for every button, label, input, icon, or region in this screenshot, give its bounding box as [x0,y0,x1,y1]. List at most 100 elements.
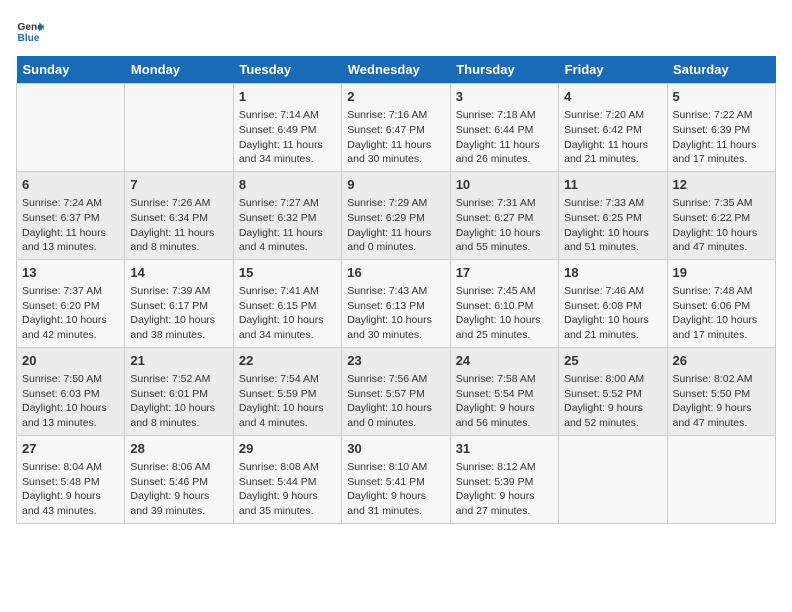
day-number: 14 [130,264,227,282]
day-number: 4 [564,88,661,106]
day-info: Sunrise: 7:43 AM Sunset: 6:13 PM Dayligh… [347,284,444,343]
calendar-body: 1 Sunrise: 7:14 AM Sunset: 6:49 PM Daylig… [17,84,776,524]
day-number: 24 [456,352,553,370]
calendar-week-1: 1 Sunrise: 7:14 AM Sunset: 6:49 PM Daylig… [17,84,776,172]
day-info: Sunrise: 7:16 AM Sunset: 6:47 PM Dayligh… [347,108,444,167]
day-header-tuesday: Tuesday [233,56,341,84]
day-info: Sunrise: 7:14 AM Sunset: 6:49 PM Dayligh… [239,108,336,167]
calendar-cell: 3 Sunrise: 7:18 AM Sunset: 6:44 PM Daylig… [450,84,558,172]
day-info: Sunrise: 7:33 AM Sunset: 6:25 PM Dayligh… [564,196,661,255]
calendar-cell: 15 Sunrise: 7:41 AM Sunset: 6:15 PM Dayli… [233,259,341,347]
day-number: 6 [22,176,119,194]
calendar-cell: 29 Sunrise: 8:08 AM Sunset: 5:44 PM Dayli… [233,435,341,523]
logo-icon: General Blue [16,16,44,44]
day-info: Sunrise: 7:29 AM Sunset: 6:29 PM Dayligh… [347,196,444,255]
day-info: Sunrise: 8:06 AM Sunset: 5:46 PM Dayligh… [130,460,227,519]
day-info: Sunrise: 7:24 AM Sunset: 6:37 PM Dayligh… [22,196,119,255]
logo: General Blue [16,16,48,44]
calendar-cell: 26 Sunrise: 8:02 AM Sunset: 5:50 PM Dayli… [667,347,775,435]
day-number: 13 [22,264,119,282]
calendar-cell: 16 Sunrise: 7:43 AM Sunset: 6:13 PM Dayli… [342,259,450,347]
calendar-cell: 4Sunrise: 7:20 AM Sunset: 6:42 PM Daylig… [559,84,667,172]
calendar-cell: 18 Sunrise: 7:46 AM Sunset: 6:08 PM Dayli… [559,259,667,347]
calendar-cell: 20Sunrise: 7:50 AM Sunset: 6:03 PM Dayli… [17,347,125,435]
day-info: Sunrise: 8:08 AM Sunset: 5:44 PM Dayligh… [239,460,336,519]
day-header-thursday: Thursday [450,56,558,84]
day-number: 11 [564,176,661,194]
day-info: Sunrise: 7:41 AM Sunset: 6:15 PM Dayligh… [239,284,336,343]
day-number: 22 [239,352,336,370]
calendar-cell: 6 Sunrise: 7:24 AM Sunset: 6:37 PM Daylig… [17,171,125,259]
day-number: 30 [347,440,444,458]
day-number: 15 [239,264,336,282]
calendar-cell: 2 Sunrise: 7:16 AM Sunset: 6:47 PM Daylig… [342,84,450,172]
day-number: 18 [564,264,661,282]
calendar-cell: 17Sunrise: 7:45 AM Sunset: 6:10 PM Dayli… [450,259,558,347]
day-number: 27 [22,440,119,458]
calendar-cell: 25 Sunrise: 8:00 AM Sunset: 5:52 PM Dayli… [559,347,667,435]
calendar-cell: 30Sunrise: 8:10 AM Sunset: 5:41 PM Dayli… [342,435,450,523]
day-number: 2 [347,88,444,106]
day-info: Sunrise: 7:54 AM Sunset: 5:59 PM Dayligh… [239,372,336,431]
calendar-cell [125,84,233,172]
calendar-cell: 9 Sunrise: 7:29 AM Sunset: 6:29 PM Daylig… [342,171,450,259]
day-number: 25 [564,352,661,370]
day-info: Sunrise: 7:52 AM Sunset: 6:01 PM Dayligh… [130,372,227,431]
calendar-week-2: 6 Sunrise: 7:24 AM Sunset: 6:37 PM Daylig… [17,171,776,259]
calendar-cell: 10 Sunrise: 7:31 AM Sunset: 6:27 PM Dayli… [450,171,558,259]
day-info: Sunrise: 7:50 AM Sunset: 6:03 PM Dayligh… [22,372,119,431]
day-number: 16 [347,264,444,282]
calendar-cell: 31Sunrise: 8:12 AM Sunset: 5:39 PM Dayli… [450,435,558,523]
calendar-cell: 27 Sunrise: 8:04 AM Sunset: 5:48 PM Dayli… [17,435,125,523]
day-info: Sunrise: 7:58 AM Sunset: 5:54 PM Dayligh… [456,372,553,431]
calendar-cell: 24 Sunrise: 7:58 AM Sunset: 5:54 PM Dayli… [450,347,558,435]
day-number: 1 [239,88,336,106]
day-info: Sunrise: 8:04 AM Sunset: 5:48 PM Dayligh… [22,460,119,519]
calendar-cell: 12 Sunrise: 7:35 AM Sunset: 6:22 PM Dayli… [667,171,775,259]
day-number: 26 [673,352,770,370]
day-info: Sunrise: 7:35 AM Sunset: 6:22 PM Dayligh… [673,196,770,255]
day-header-wednesday: Wednesday [342,56,450,84]
calendar-cell: 7 Sunrise: 7:26 AM Sunset: 6:34 PM Daylig… [125,171,233,259]
calendar-cell [667,435,775,523]
calendar-cell: 23Sunrise: 7:56 AM Sunset: 5:57 PM Dayli… [342,347,450,435]
day-number: 9 [347,176,444,194]
calendar-cell [559,435,667,523]
calendar-cell [17,84,125,172]
day-header-monday: Monday [125,56,233,84]
calendar-table: SundayMondayTuesdayWednesdayThursdayFrid… [16,56,776,524]
day-header-friday: Friday [559,56,667,84]
day-number: 21 [130,352,227,370]
calendar-week-3: 13 Sunrise: 7:37 AM Sunset: 6:20 PM Dayli… [17,259,776,347]
calendar-cell: 13 Sunrise: 7:37 AM Sunset: 6:20 PM Dayli… [17,259,125,347]
page-header: General Blue [16,16,776,44]
day-header-saturday: Saturday [667,56,775,84]
day-info: Sunrise: 7:56 AM Sunset: 5:57 PM Dayligh… [347,372,444,431]
day-number: 10 [456,176,553,194]
day-info: Sunrise: 7:26 AM Sunset: 6:34 PM Dayligh… [130,196,227,255]
calendar-cell: 22 Sunrise: 7:54 AM Sunset: 5:59 PM Dayli… [233,347,341,435]
calendar-cell: 14 Sunrise: 7:39 AM Sunset: 6:17 PM Dayli… [125,259,233,347]
day-info: Sunrise: 7:31 AM Sunset: 6:27 PM Dayligh… [456,196,553,255]
day-info: Sunrise: 7:46 AM Sunset: 6:08 PM Dayligh… [564,284,661,343]
day-info: Sunrise: 7:27 AM Sunset: 6:32 PM Dayligh… [239,196,336,255]
day-number: 29 [239,440,336,458]
day-info: Sunrise: 8:00 AM Sunset: 5:52 PM Dayligh… [564,372,661,431]
calendar-cell: 8 Sunrise: 7:27 AM Sunset: 6:32 PM Daylig… [233,171,341,259]
calendar-header-row: SundayMondayTuesdayWednesdayThursdayFrid… [17,56,776,84]
day-info: Sunrise: 7:22 AM Sunset: 6:39 PM Dayligh… [673,108,770,167]
calendar-cell: 11 Sunrise: 7:33 AM Sunset: 6:25 PM Dayli… [559,171,667,259]
day-number: 7 [130,176,227,194]
day-info: Sunrise: 7:18 AM Sunset: 6:44 PM Dayligh… [456,108,553,167]
day-number: 17 [456,264,553,282]
calendar-cell: 5Sunrise: 7:22 AM Sunset: 6:39 PM Daylig… [667,84,775,172]
day-info: Sunrise: 8:02 AM Sunset: 5:50 PM Dayligh… [673,372,770,431]
day-number: 8 [239,176,336,194]
day-info: Sunrise: 7:39 AM Sunset: 6:17 PM Dayligh… [130,284,227,343]
day-info: Sunrise: 7:48 AM Sunset: 6:06 PM Dayligh… [673,284,770,343]
calendar-week-5: 27 Sunrise: 8:04 AM Sunset: 5:48 PM Dayli… [17,435,776,523]
day-number: 31 [456,440,553,458]
day-number: 3 [456,88,553,106]
day-number: 12 [673,176,770,194]
day-info: Sunrise: 7:37 AM Sunset: 6:20 PM Dayligh… [22,284,119,343]
